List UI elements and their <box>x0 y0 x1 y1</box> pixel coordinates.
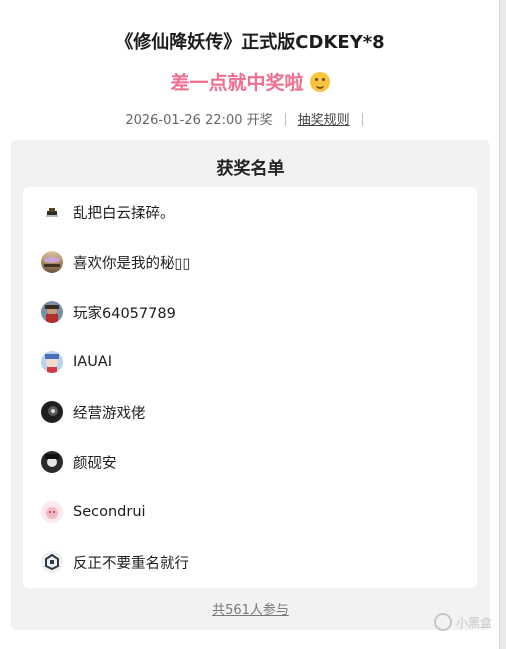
winner-name: 颜砚安 <box>73 455 117 472</box>
winner-name: 喜欢你是我的秘▯▯ <box>73 255 191 272</box>
avatar-landscape-icon <box>41 251 63 273</box>
winners-panel: 获奖名单 乱把白云揉碎。 喜欢你是我的秘▯▯ 玩家64057789 IAUAI <box>11 140 490 630</box>
winner-row[interactable]: 玩家64057789 <box>41 297 176 327</box>
thinking-face-icon <box>309 72 330 92</box>
winner-name: 乱把白云揉碎。 <box>73 205 175 222</box>
draw-time: 2026-01-26 22:00 开奖 <box>125 113 273 128</box>
avatar-logo-icon <box>41 551 63 573</box>
avatar-dark-icon <box>41 401 63 423</box>
winner-row[interactable]: 乱把白云揉碎。 <box>41 197 175 227</box>
divider <box>284 113 286 126</box>
winner-row[interactable]: 经营游戏佬 <box>41 397 146 427</box>
winner-row[interactable]: IAUAI <box>41 347 112 377</box>
winner-name: 玩家64057789 <box>73 305 176 322</box>
winner-name: Secondrui <box>73 504 146 520</box>
result-message: 差一点就中奖啦 <box>0 68 500 95</box>
heybox-logo-icon <box>433 613 452 631</box>
winners-title: 获奖名单 <box>216 159 285 179</box>
rules-link[interactable]: 抽奖规则 <box>298 113 350 128</box>
watermark-text: 小黑盒 <box>455 615 492 630</box>
winner-row[interactable]: 喜欢你是我的秘▯▯ <box>41 247 190 277</box>
draw-info: 2026-01-26 22:00 开奖 抽奖规则 <box>0 109 500 128</box>
winner-row[interactable]: 颜砚安 <box>41 447 117 477</box>
result-text: 差一点就中奖啦 <box>170 72 304 94</box>
divider <box>361 113 363 126</box>
winner-row[interactable]: Secondrui <box>41 497 146 527</box>
watermark: 小黑盒 <box>433 613 492 631</box>
avatar-pink-icon <box>41 501 63 523</box>
avatar-hat-icon <box>41 201 63 223</box>
scrollbar-edge <box>499 0 506 649</box>
avatar-portrait-icon <box>41 301 63 323</box>
winner-row[interactable]: 反正不要重名就行 <box>41 547 189 577</box>
winner-name: 经营游戏佬 <box>73 405 146 422</box>
winner-name: IAUAI <box>73 354 113 370</box>
participants-link[interactable]: 共561人参与 <box>11 599 490 618</box>
avatar-character-icon <box>41 451 63 473</box>
page-title: 《修仙降妖传》正式版CDKEY*8 <box>115 32 385 53</box>
winner-name: 反正不要重名就行 <box>73 555 189 572</box>
winners-list: 乱把白云揉碎。 喜欢你是我的秘▯▯ 玩家64057789 IAUAI 经营游戏佬 <box>23 187 477 588</box>
avatar-anime-icon <box>41 351 63 373</box>
